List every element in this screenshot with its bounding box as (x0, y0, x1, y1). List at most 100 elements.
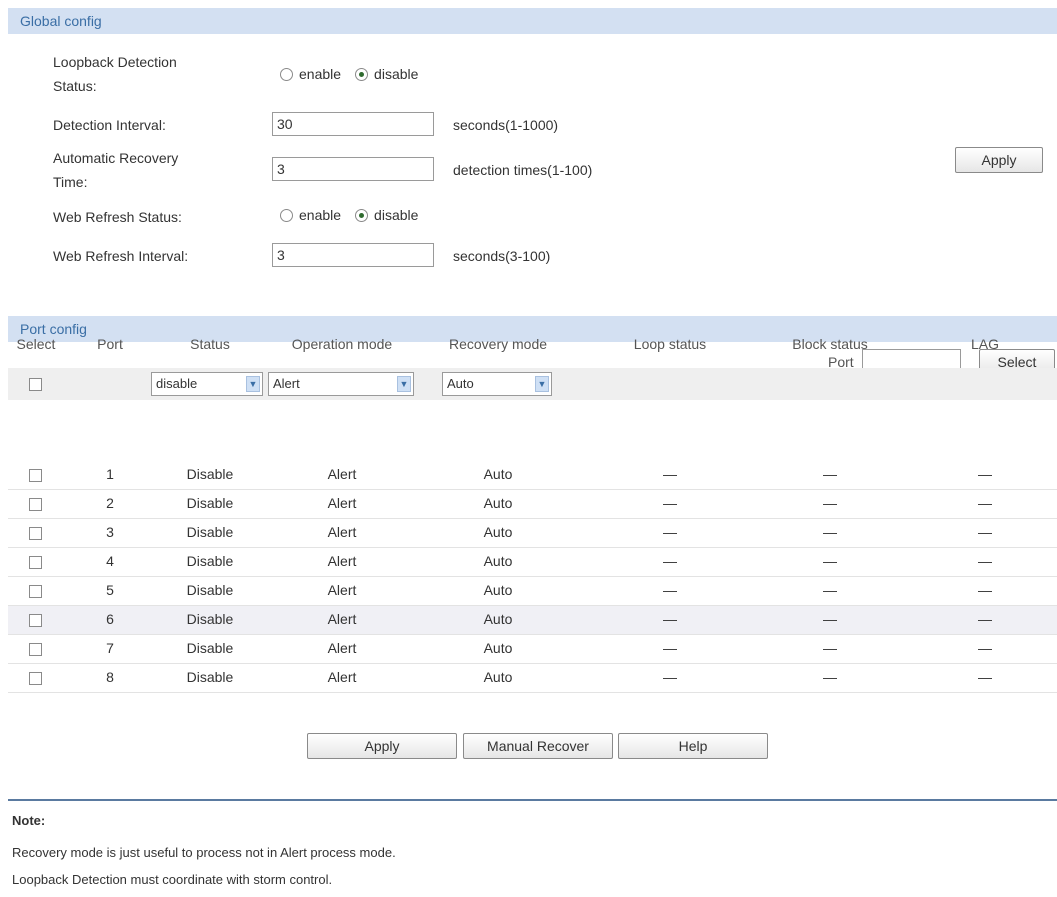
divider (8, 799, 1057, 801)
cell-status: Disable (186, 466, 234, 482)
cell-recovery-mode: Auto (483, 640, 513, 656)
cell-recovery-mode: Auto (483, 495, 513, 511)
cell-operation-mode: Alert (327, 524, 357, 540)
cell-block-status: — (823, 611, 837, 627)
cell-status: Disable (186, 611, 234, 627)
table-row: 3 Disable Alert Auto — — — (8, 519, 1057, 548)
col-operation-mode: Operation mode (291, 336, 393, 352)
cell-port: 1 (106, 466, 114, 482)
cell-recovery-mode: Auto (483, 466, 513, 482)
web-refresh-interval-label: Web Refresh Interval: (53, 248, 189, 264)
cell-status: Disable (186, 669, 234, 685)
table-row: 8 Disable Alert Auto — — — (8, 664, 1057, 693)
cell-port: 7 (106, 640, 114, 656)
col-loop-status: Loop status (633, 336, 707, 352)
detection-interval-label: Detection Interval: (53, 117, 166, 133)
web-refresh-status-label: Web Refresh Status: (53, 209, 182, 225)
table-row: 2 Disable Alert Auto — — — (8, 490, 1057, 519)
row-select-checkbox[interactable] (29, 614, 42, 627)
web-refresh-interval-input[interactable] (272, 243, 434, 267)
table-row: 5 Disable Alert Auto — — — (8, 577, 1057, 606)
row-select-checkbox[interactable] (29, 672, 42, 685)
row-select-checkbox[interactable] (29, 643, 42, 656)
row-select-checkbox[interactable] (29, 585, 42, 598)
table-row: 1 Disable Alert Auto — — — (8, 461, 1057, 490)
cell-status: Disable (186, 495, 234, 511)
cell-lag: — (978, 611, 992, 627)
operation-mode-filter-select[interactable]: Alert ▼ (268, 372, 414, 396)
cell-lag: — (978, 466, 992, 482)
cell-lag: — (978, 582, 992, 598)
cell-port: 4 (106, 553, 114, 569)
web-refresh-enable-radio[interactable] (280, 208, 293, 222)
detection-interval-hint: seconds(1-1000) (453, 117, 559, 133)
cell-port: 8 (106, 669, 114, 685)
cell-lag: — (978, 524, 992, 540)
cell-block-status: — (823, 495, 837, 511)
cell-lag: — (978, 669, 992, 685)
web-refresh-status-radio-group: enable disable (280, 207, 432, 223)
operation-mode-filter-value: Alert (273, 376, 300, 391)
recovery-mode-filter-select[interactable]: Auto ▼ (442, 372, 552, 396)
loopback-enable-label[interactable]: enable (299, 66, 341, 82)
loopback-disable-label[interactable]: disable (374, 66, 418, 82)
cell-loop-status: — (663, 669, 677, 685)
cell-loop-status: — (663, 582, 677, 598)
cell-recovery-mode: Auto (483, 524, 513, 540)
recovery-time-input[interactable] (272, 157, 434, 181)
chevron-down-icon: ▼ (246, 376, 260, 392)
table-row: 4 Disable Alert Auto — — — (8, 548, 1057, 577)
manual-recover-button[interactable]: Manual Recover (463, 733, 613, 759)
cell-loop-status: — (663, 524, 677, 540)
cell-operation-mode: Alert (327, 582, 357, 598)
cell-operation-mode: Alert (327, 611, 357, 627)
cell-loop-status: — (663, 611, 677, 627)
cell-recovery-mode: Auto (483, 611, 513, 627)
cell-port: 3 (106, 524, 114, 540)
global-apply-button[interactable]: Apply (955, 147, 1043, 173)
cell-port: 6 (106, 611, 114, 627)
status-filter-select[interactable]: disable ▼ (151, 372, 263, 396)
cell-operation-mode: Alert (327, 553, 357, 569)
cell-recovery-mode: Auto (483, 582, 513, 598)
recovery-time-label-line2: Time: (53, 174, 88, 190)
loopback-disable-radio[interactable] (355, 67, 369, 81)
cell-loop-status: — (663, 466, 677, 482)
recovery-mode-filter-value: Auto (447, 376, 474, 391)
cell-status: Disable (186, 640, 234, 656)
row-select-checkbox[interactable] (29, 527, 42, 540)
chevron-down-icon: ▼ (397, 376, 411, 392)
web-refresh-disable-radio[interactable] (355, 208, 369, 222)
table-row: 7 Disable Alert Auto — — — (8, 635, 1057, 664)
loopback-enable-radio[interactable] (280, 67, 293, 81)
detection-interval-input[interactable] (272, 112, 434, 136)
row-select-checkbox[interactable] (29, 556, 42, 569)
cell-status: Disable (186, 553, 234, 569)
cell-operation-mode: Alert (327, 495, 357, 511)
loopback-status-label-line2: Status: (53, 78, 97, 94)
row-select-checkbox[interactable] (29, 498, 42, 511)
cell-status: Disable (186, 524, 234, 540)
cell-lag: — (978, 640, 992, 656)
note-line: Loopback Detection must coordinate with … (12, 872, 333, 887)
cell-lag: — (978, 553, 992, 569)
port-apply-button[interactable]: Apply (307, 733, 457, 759)
web-refresh-disable-label[interactable]: disable (374, 207, 418, 223)
cell-loop-status: — (663, 640, 677, 656)
select-all-checkbox[interactable] (29, 378, 42, 391)
chevron-down-icon: ▼ (535, 376, 549, 392)
cell-block-status: — (823, 640, 837, 656)
cell-block-status: — (823, 524, 837, 540)
global-config-header: Global config (8, 8, 1057, 34)
web-refresh-enable-label[interactable]: enable (299, 207, 341, 223)
loopback-status-radio-group: enable disable (280, 66, 432, 82)
note-title: Note: (12, 813, 46, 828)
cell-block-status: — (823, 582, 837, 598)
cell-operation-mode: Alert (327, 466, 357, 482)
cell-status: Disable (186, 582, 234, 598)
cell-block-status: — (823, 466, 837, 482)
help-button[interactable]: Help (618, 733, 768, 759)
col-port: Port (97, 336, 123, 352)
status-filter-value: disable (156, 376, 198, 391)
row-select-checkbox[interactable] (29, 469, 42, 482)
